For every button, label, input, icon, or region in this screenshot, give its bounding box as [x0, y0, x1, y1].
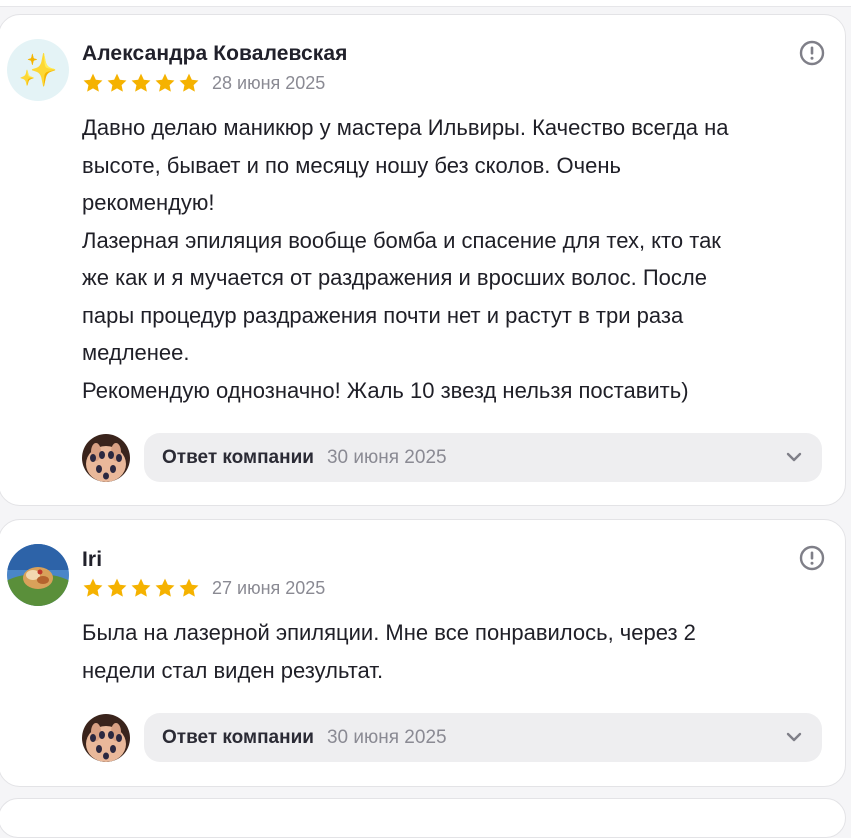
nails-photo-icon	[82, 714, 130, 762]
review-text-line: Рекомендую однозначно! Жаль 10 звезд нел…	[82, 377, 689, 403]
nails-photo-icon	[82, 434, 130, 482]
rating-row: 28 июня 2025	[82, 71, 325, 95]
review-card: Iri 27 июня 2025 Была на лазерной эпиляц…	[0, 519, 846, 787]
landscape-photo-avatar	[7, 544, 69, 606]
review-card: ✨ Александра Ковалевская 28 июня 2025 Да…	[0, 14, 846, 506]
review-text-line: высоте, бывает и по месяцу ношу без скол…	[82, 152, 621, 178]
review-text-line: медленее.	[82, 340, 190, 365]
star-icon	[155, 578, 175, 597]
chevron-down-icon	[786, 732, 802, 742]
review-text: Была на лазерной эпиляции. Мне все понра…	[82, 614, 832, 689]
company-reply-date: 30 июня 2025	[326, 446, 447, 468]
review-text-line: же как и я мучается от раздражения и вро…	[82, 265, 707, 290]
star-icon	[179, 578, 199, 597]
report-icon[interactable]	[799, 545, 825, 571]
report-icon[interactable]	[799, 40, 825, 66]
rating-row: 27 июня 2025	[82, 576, 325, 600]
star-icon	[155, 73, 175, 92]
review-author-name[interactable]: Александра Ковалевская	[82, 42, 348, 66]
company-reply-toggle[interactable]: Ответ компании 30 июня 2025	[144, 433, 822, 482]
star-rating	[82, 72, 200, 94]
star-icon	[83, 73, 103, 92]
review-text-line: Лазерная эпиляция вообще бомба и спасени…	[82, 227, 721, 253]
company-reply-label: Ответ компании	[162, 726, 314, 748]
user-avatar[interactable]	[7, 544, 69, 606]
review-date: 28 июня 2025	[212, 72, 326, 93]
company-avatar	[82, 714, 130, 762]
star-rating	[82, 577, 200, 599]
star-icon	[131, 578, 151, 597]
previous-card-edge	[0, 0, 851, 7]
star-icon	[107, 578, 127, 597]
company-reply-label: Ответ компании	[162, 446, 314, 468]
review-date: 27 июня 2025	[212, 577, 326, 598]
chevron-down-icon	[786, 452, 802, 462]
next-review-card-edge	[0, 798, 846, 838]
user-avatar[interactable]: ✨	[7, 39, 69, 101]
star-icon	[83, 578, 103, 597]
review-author-name[interactable]: Iri	[82, 548, 102, 572]
review-text-line: рекомендую!	[82, 190, 215, 215]
star-icon	[107, 73, 127, 92]
company-avatar	[82, 434, 130, 482]
review-text-line: Давно делаю маникюр у мастера Ильвиры. К…	[82, 115, 729, 140]
review-text-line: Была на лазерной эпиляции. Мне все понра…	[82, 620, 696, 645]
review-text-line: пары процедур раздражения почти нет и ра…	[82, 302, 684, 328]
review-text: Давно делаю маникюр у мастера Ильвиры. К…	[82, 109, 832, 409]
review-text-line: недели стал виден результат.	[82, 657, 384, 683]
star-icon	[179, 73, 199, 92]
company-reply-toggle[interactable]: Ответ компании 30 июня 2025	[144, 713, 822, 762]
company-reply-date: 30 июня 2025	[326, 726, 447, 748]
star-icon	[131, 73, 151, 92]
sparkles-icon: ✨	[18, 52, 58, 88]
